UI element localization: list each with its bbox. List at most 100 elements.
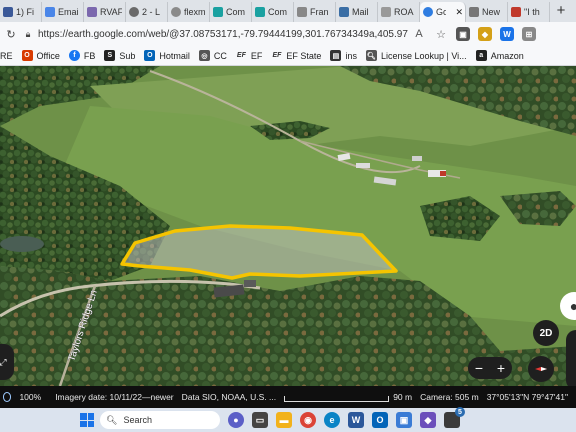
tab-label: Com — [268, 7, 288, 17]
notification-badge: 5 — [455, 407, 465, 417]
tilt-control[interactable] — [566, 330, 576, 386]
bookmark-label: Amazon — [490, 50, 524, 61]
bookmark-label: CC — [213, 50, 227, 61]
tab[interactable]: Com — [210, 2, 252, 22]
tab[interactable]: flexm — [168, 2, 210, 22]
tab[interactable]: Mail — [336, 2, 378, 22]
tab-favicon — [381, 7, 391, 17]
bookmark[interactable]: ◎ CC — [198, 50, 227, 61]
search-placeholder: Search — [123, 415, 152, 425]
globe-icon[interactable] — [3, 392, 12, 402]
bookmark-label: EF State — [286, 50, 322, 61]
expand-panel-icon[interactable]: ⤢ — [0, 344, 14, 380]
tab-favicon — [3, 7, 13, 17]
tab[interactable]: RVAF — [84, 2, 126, 22]
tab-label: New — [482, 7, 501, 17]
bookmark[interactable]: RE — [0, 51, 13, 61]
bookmark-icon: EF — [272, 52, 282, 59]
bookmark[interactable]: a Amazon — [475, 50, 524, 61]
bookmark[interactable]: f FB — [68, 50, 96, 61]
url-field[interactable]: https://earth.google.com/web/@37.0875317… — [38, 29, 408, 40]
extension-icon[interactable]: W — [500, 27, 514, 41]
tab-label: ROA — [394, 7, 414, 17]
tab[interactable]: New — [466, 2, 508, 22]
bookmark-label: Sub — [119, 50, 136, 61]
bookmark[interactable]: O Hotmail — [144, 50, 190, 61]
app-icon[interactable]: ◆ — [420, 412, 436, 428]
zoom-level: 100% — [19, 392, 42, 402]
bookmark[interactable]: 🔍︎ License Lookup | Vi... — [365, 50, 467, 61]
taskbar-search-box[interactable]: 🔍︎ Search — [100, 411, 220, 429]
tab-strip: 1) Fi Emai RVAF 2 - L flexm Com Com Fran… — [0, 0, 576, 22]
edge-icon[interactable]: e — [324, 412, 340, 428]
tab-favicon — [171, 7, 181, 17]
tab-favicon — [511, 7, 521, 17]
read-aloud-icon[interactable]: A — [408, 28, 430, 40]
tab-label: 1) Fi — [16, 7, 34, 17]
tab-label: Goo — [436, 7, 446, 17]
bookmark[interactable]: O Office — [21, 50, 60, 61]
tab-label: Fran — [310, 7, 329, 17]
extension-icon[interactable]: ▣ — [456, 27, 470, 41]
bookmark-label: License Lookup | Vi... — [380, 50, 467, 61]
zoom-in-button[interactable]: + — [497, 360, 505, 376]
tab[interactable]: 2 - L — [126, 2, 168, 22]
cloud-icon — [45, 7, 55, 17]
word-icon[interactable]: W — [348, 412, 364, 428]
tab-label: RVAF — [100, 7, 122, 17]
bookmark-label: ins — [345, 50, 357, 61]
tab-label: Mail — [352, 7, 369, 17]
2d-toggle-button[interactable]: 2D — [533, 320, 559, 346]
earth-map-view[interactable]: Taylors Ridge Ln ⤢ ● 2D − + — [0, 66, 576, 386]
tab-favicon — [129, 7, 139, 17]
bookmark[interactable]: ▤ ins — [330, 50, 357, 61]
bookmark-icon: EF — [236, 52, 246, 59]
scale-bar — [284, 396, 390, 402]
extension-icon[interactable]: ⊞ — [522, 27, 536, 41]
camera-altitude: Camera: 505 m — [420, 392, 479, 402]
imagery-date[interactable]: Imagery date: 10/11/22—newer — [55, 392, 173, 402]
bookmark[interactable]: EF EF State — [271, 50, 321, 61]
bookmark-icon: 🔍︎ — [365, 50, 377, 61]
tab[interactable]: "I th — [508, 2, 550, 22]
zoom-out-button[interactable]: − — [475, 360, 483, 376]
tab[interactable]: Fran — [294, 2, 336, 22]
star-icon[interactable]: ☆ — [430, 28, 452, 41]
extension-icon[interactable]: ◆ — [478, 27, 492, 41]
tab-favicon — [297, 7, 307, 17]
tab-label: Emai — [58, 7, 79, 17]
tab[interactable]: Emai — [42, 2, 84, 22]
close-icon[interactable]: ✕ — [455, 7, 463, 18]
refresh-icon[interactable]: ↻ — [0, 28, 22, 41]
bookmark-label: FB — [83, 50, 96, 61]
compass-icon[interactable] — [528, 356, 554, 382]
lock-icon[interactable]: 🔒︎ — [22, 29, 34, 40]
office-icon: O — [21, 50, 33, 61]
coordinates: 37°05'13"N 79°47'41" — [486, 392, 568, 402]
windows-start-icon[interactable] — [80, 413, 94, 427]
data-attribution[interactable]: Data SIO, NOAA, U.S. ... — [182, 392, 276, 402]
bookmark-label: Hotmail — [159, 50, 190, 61]
tab-label: 2 - L — [142, 7, 161, 17]
tab-active[interactable]: Goo ✕ — [420, 2, 466, 22]
chrome-icon[interactable]: ◉ — [300, 412, 316, 428]
windows-taskbar: 🔍︎ Search ● ▭ ▬ ◉ e W O ▣ ◆ 5 — [0, 407, 576, 432]
bookmark[interactable]: EF EF — [236, 50, 263, 61]
bookmark-icon: S — [104, 50, 116, 61]
bookmark[interactable]: S Sub — [104, 50, 135, 61]
tab[interactable]: Com — [252, 2, 294, 22]
outlook-icon[interactable]: O — [372, 412, 388, 428]
tab-favicon — [255, 7, 265, 17]
app-icon[interactable]: ▣ — [396, 412, 412, 428]
file-explorer-icon[interactable]: ▬ — [276, 412, 292, 428]
bookmark-label: RE — [0, 50, 13, 61]
notification-icon[interactable]: 5 — [444, 407, 465, 428]
tab-label: Com — [226, 7, 246, 17]
teams-icon[interactable]: ● — [228, 412, 244, 428]
tab[interactable]: ROA — [378, 2, 420, 22]
new-tab-button[interactable]: + — [550, 2, 572, 22]
tab-favicon — [87, 7, 97, 17]
bookmark-label: Office — [36, 50, 60, 61]
tab[interactable]: 1) Fi — [0, 2, 42, 22]
task-view-icon[interactable]: ▭ — [252, 412, 268, 428]
